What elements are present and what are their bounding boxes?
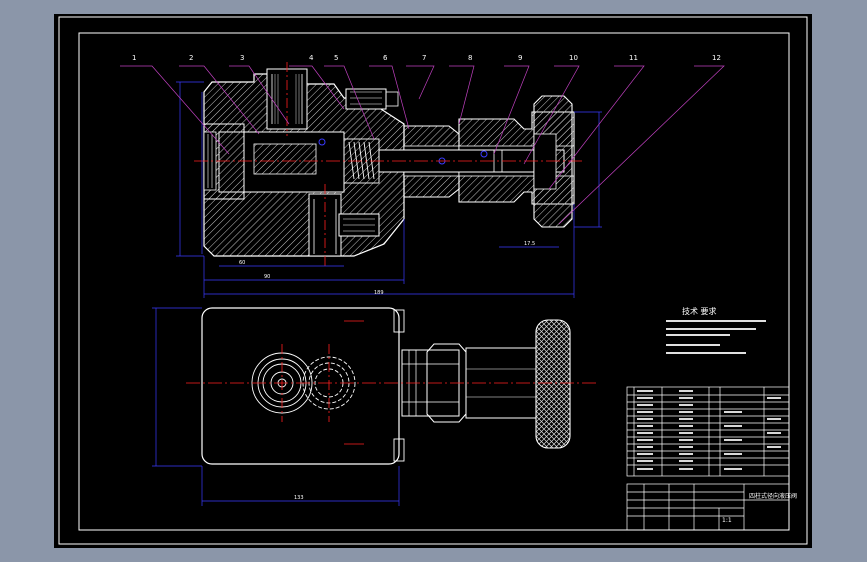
cad-viewport[interactable]: 1 2 3 4 5 6 7 8 9 10 11 12 189 60 90 17.… <box>0 0 867 562</box>
balloon-11: 11 <box>629 54 638 62</box>
inner-border <box>78 32 790 531</box>
dim-stem: 17.5 <box>524 241 535 247</box>
balloon-12: 12 <box>712 54 721 62</box>
balloon-9: 9 <box>518 54 522 62</box>
top-view-dimensions <box>152 307 400 506</box>
dim-width: 133 <box>294 495 304 501</box>
balloon-1: 1 <box>132 54 136 62</box>
balloon-2: 2 <box>189 54 193 62</box>
top-view: 133 <box>152 307 599 506</box>
dim-overall: 189 <box>374 290 384 296</box>
dim-part-a: 60 <box>239 260 245 266</box>
technical-notes: 技术 要求 <box>666 306 766 354</box>
balloon-3: 3 <box>240 54 244 62</box>
balloon-5: 5 <box>334 54 338 62</box>
valve-seat <box>253 143 317 175</box>
section-view: 1 2 3 4 5 6 7 8 9 10 11 12 189 60 90 17.… <box>120 54 725 298</box>
balloon-8: 8 <box>468 54 472 62</box>
balloon-6: 6 <box>383 54 388 62</box>
title-block <box>626 483 790 531</box>
balloon-7: 7 <box>422 54 426 62</box>
knurled-knob <box>535 319 571 449</box>
drawing-scale: 1:1 <box>722 517 732 524</box>
drawing-canvas: 1 2 3 4 5 6 7 8 9 10 11 12 189 60 90 17.… <box>58 16 808 545</box>
balloon-10: 10 <box>569 54 578 62</box>
balloon-4: 4 <box>309 54 314 62</box>
parts-list <box>626 386 790 477</box>
drawing-name: 四柱式径向液压阀 <box>749 492 797 500</box>
drawing-sheet: 1 2 3 4 5 6 7 8 9 10 11 12 189 60 90 17.… <box>54 14 812 548</box>
tech-title: 技术 要求 <box>682 306 717 316</box>
dim-part-b: 90 <box>264 274 270 280</box>
